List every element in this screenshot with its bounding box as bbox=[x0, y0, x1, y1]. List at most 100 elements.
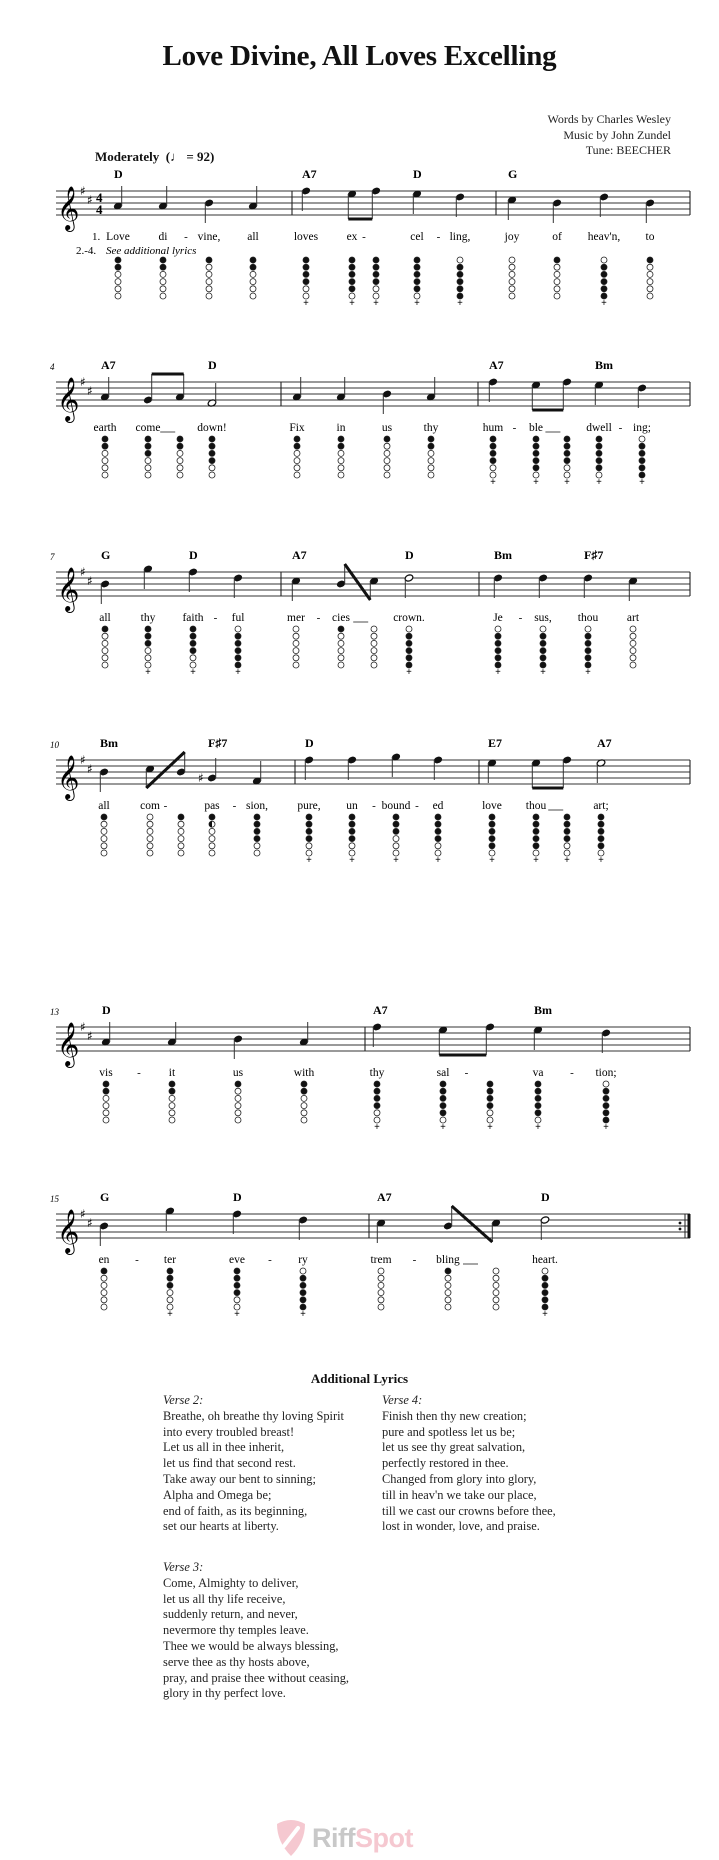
hole-closed bbox=[144, 632, 152, 640]
hole-open bbox=[372, 285, 380, 293]
hole-open bbox=[427, 449, 435, 457]
hole-open bbox=[337, 471, 345, 479]
hole-open bbox=[101, 647, 109, 654]
lyric-syllable: sion, bbox=[246, 800, 268, 812]
hole-closed bbox=[392, 820, 400, 828]
hole-open bbox=[377, 1267, 385, 1275]
verse-lines: Breathe, oh breathe thy loving Spirit int… bbox=[163, 1409, 344, 1535]
note: A7 earth bbox=[94, 358, 117, 479]
lyric-hyphen: - bbox=[362, 231, 366, 243]
lyric-syllable: pure, bbox=[297, 800, 320, 812]
hole-open bbox=[101, 661, 109, 669]
hole-open bbox=[427, 471, 435, 479]
lyric-line: till in heav'n we take our place, bbox=[382, 1487, 537, 1502]
verse-number-range: 2.-4. bbox=[76, 245, 96, 257]
staff-system: 𝄞 ♯♯10 Bmall com -F♯7♯pas - sion,Dpure,+un -+bo… bbox=[50, 736, 691, 866]
hole-open bbox=[300, 1116, 308, 1124]
octave-plus: + bbox=[489, 855, 495, 866]
hole-open bbox=[177, 820, 185, 828]
note: Dcel - + bbox=[410, 167, 440, 309]
lyric-syllable: crown. bbox=[393, 612, 425, 624]
hole-closed bbox=[299, 1296, 307, 1304]
hole-closed bbox=[638, 457, 646, 465]
hole-closed bbox=[434, 828, 442, 835]
chord-symbol: A7 bbox=[373, 1003, 388, 1017]
repeat-dot bbox=[678, 1227, 682, 1231]
whistle-fingering bbox=[370, 625, 378, 669]
hole-open bbox=[629, 647, 637, 654]
whistle-fingering bbox=[168, 1080, 176, 1124]
whistle-fingering bbox=[144, 435, 152, 479]
whistle-fingering bbox=[377, 1267, 385, 1311]
note: thou + bbox=[526, 759, 564, 866]
treble-clef-icon: 𝄞 bbox=[57, 1209, 79, 1255]
chord-symbol: D bbox=[208, 358, 217, 372]
hole-open bbox=[492, 1282, 500, 1289]
hole-open bbox=[629, 632, 637, 640]
hole-closed bbox=[486, 1095, 494, 1102]
hole-open bbox=[494, 625, 502, 633]
hole-open bbox=[249, 292, 257, 300]
hole-closed bbox=[348, 263, 356, 271]
key-sharp-f: ♯ bbox=[80, 375, 86, 389]
hole-closed bbox=[595, 435, 603, 443]
lyric-syllable: va bbox=[533, 1067, 544, 1079]
hole-closed bbox=[249, 263, 257, 271]
hole-closed bbox=[189, 640, 197, 647]
hole-closed bbox=[602, 1102, 610, 1109]
hole-open bbox=[101, 654, 109, 662]
hole-open bbox=[508, 256, 516, 264]
whistle-fingering: + bbox=[456, 256, 464, 309]
hole-open bbox=[293, 471, 301, 479]
lyric-syllable: all bbox=[99, 612, 111, 624]
whistle-fingering bbox=[146, 813, 154, 857]
hole-closed bbox=[444, 1267, 452, 1275]
note: ing; + bbox=[633, 384, 651, 488]
note: F♯7 ♯ pas - bbox=[198, 736, 237, 857]
hole-closed bbox=[486, 1087, 494, 1095]
hole-open bbox=[253, 842, 261, 850]
whistle-fingering bbox=[383, 435, 391, 479]
lyric-syllable: thy bbox=[370, 1067, 385, 1079]
key-sharp-c: ♯ bbox=[87, 384, 93, 398]
octave-plus: + bbox=[303, 298, 309, 309]
hole-closed bbox=[638, 442, 646, 450]
hole-closed bbox=[439, 1095, 447, 1102]
lyric-hyphen: - bbox=[317, 612, 321, 624]
hole-open bbox=[337, 464, 345, 472]
hole-closed bbox=[494, 632, 502, 640]
hole-closed bbox=[534, 1087, 542, 1095]
chord-symbol: D bbox=[405, 548, 414, 562]
hole-open bbox=[159, 278, 167, 286]
hole-closed bbox=[101, 435, 109, 443]
hole-closed bbox=[234, 1080, 242, 1088]
whistle-fingering: + bbox=[299, 1267, 307, 1320]
lyric-syllable: loves bbox=[294, 231, 319, 243]
hole-closed bbox=[597, 813, 605, 821]
hole-open bbox=[377, 1296, 385, 1304]
hole-open bbox=[249, 270, 257, 278]
chord-symbol: A7 bbox=[302, 167, 317, 181]
note: bound - + bbox=[382, 753, 419, 866]
hole-closed bbox=[541, 1289, 549, 1296]
whistle-fingering: + bbox=[305, 813, 313, 866]
hole-closed bbox=[234, 647, 242, 654]
staff-system: 𝄞 ♯♯4 A7earth comeDdown! Fix in us thyA7hum -+bl… bbox=[50, 358, 691, 488]
whistle-fingering: + bbox=[597, 813, 605, 866]
hole-closed bbox=[302, 256, 310, 264]
note: A7 mer - bbox=[287, 548, 321, 669]
hole-closed bbox=[405, 647, 413, 654]
hole-open bbox=[249, 285, 257, 293]
hole-closed bbox=[563, 449, 571, 457]
whistle-fingering: + bbox=[539, 625, 547, 678]
hole-closed bbox=[299, 1289, 307, 1296]
lyric-syllable: all bbox=[247, 231, 259, 243]
hole-open bbox=[144, 647, 152, 654]
hole-closed bbox=[300, 1080, 308, 1088]
hole-open bbox=[553, 292, 561, 300]
octave-plus: + bbox=[639, 477, 645, 488]
lyric-syllable: un bbox=[346, 800, 358, 812]
note: Ddown! bbox=[197, 358, 227, 479]
chord-symbol: D bbox=[541, 1190, 550, 1204]
octave-plus: + bbox=[393, 855, 399, 866]
